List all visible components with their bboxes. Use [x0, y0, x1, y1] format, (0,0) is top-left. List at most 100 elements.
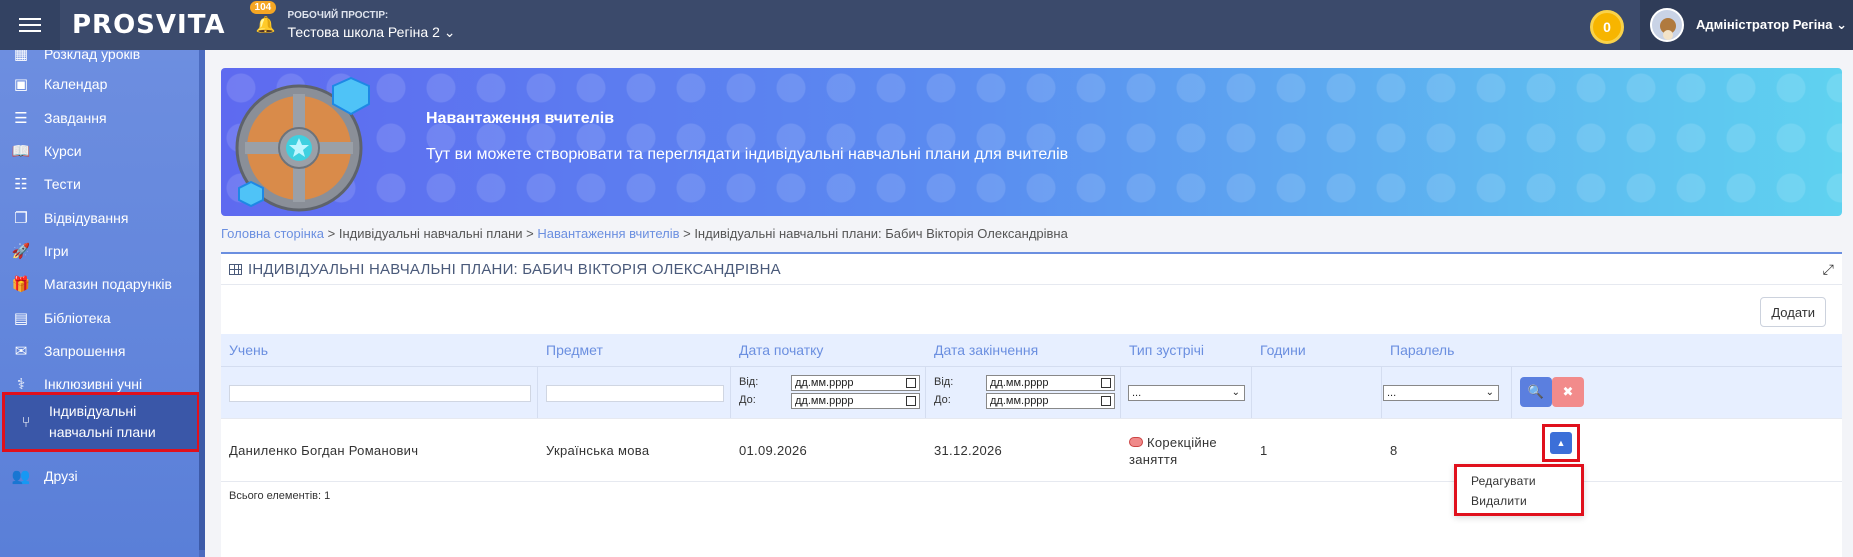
plans-table: Учень Предмет Дата початку Дата закінчен… — [221, 334, 1842, 516]
student-filter-input[interactable] — [229, 385, 531, 402]
calendar-icon[interactable] — [1101, 396, 1111, 406]
cell-subject: Українська мова — [546, 443, 650, 458]
column-header-end-date[interactable]: Дата закінчення — [926, 342, 1121, 358]
filter-cell-hours — [1252, 367, 1382, 419]
row-actions-menu: Редагувати Видалити — [1454, 464, 1584, 516]
friends-icon: 👥 — [11, 467, 31, 485]
row-actions-highlight: ▲ — [1542, 424, 1580, 462]
sidebar-item-label: Індивідуальні навчальні плани — [49, 403, 156, 440]
start-to-input[interactable]: дд.мм.рррр — [791, 393, 920, 409]
stethoscope-icon: ⚕ — [16, 375, 26, 393]
bell-icon: 🔔 — [255, 17, 276, 34]
coins-badge[interactable]: 0 — [1590, 10, 1624, 44]
chevron-up-icon: ▲ — [1556, 438, 1566, 448]
menu-item-delete[interactable]: Видалити — [1457, 491, 1581, 511]
notifications-badge: 104 — [249, 1, 277, 14]
column-header-meeting-type[interactable]: Тип зустрічі — [1121, 342, 1252, 358]
sidebar-item-label: Друзі — [44, 467, 78, 484]
logo[interactable]: PROSVITA — [72, 10, 226, 40]
column-header-start-date[interactable]: Дата початку — [731, 342, 926, 358]
branch-icon: ⑂ — [21, 413, 31, 431]
subject-filter-input[interactable] — [546, 385, 724, 402]
user-name: Адміністратор Регіна ⌄ — [1696, 17, 1847, 32]
menu-toggle-button[interactable] — [0, 0, 60, 50]
start-from-input[interactable]: дд.мм.рррр — [791, 375, 920, 391]
select-value: ... — [1387, 387, 1397, 399]
table-icon — [229, 263, 242, 275]
parallel-select[interactable]: ... ⌄ — [1383, 385, 1499, 401]
end-from-label: Від: — [934, 376, 954, 388]
add-button[interactable]: Додати — [1760, 297, 1826, 327]
sidebar-item-friends[interactable]: 👥 Друзі — [0, 456, 199, 495]
date-placeholder: дд.мм.рррр — [795, 377, 854, 389]
brain-icon — [1129, 437, 1143, 447]
column-header-hours[interactable]: Години — [1252, 342, 1382, 358]
main-content: Навантаження вчителів Тут ви можете ство… — [205, 50, 1853, 557]
sidebar-item-label: Магазин подарунків — [44, 275, 172, 292]
breadcrumb: Головна сторінка > Індивідуальні навчаль… — [221, 226, 1068, 241]
gift-icon: 🎁 — [11, 275, 31, 293]
search-button[interactable]: 🔍 — [1520, 377, 1552, 407]
sidebar-item-label: Ігри — [44, 242, 69, 259]
calendar-icon[interactable] — [1101, 378, 1111, 388]
breadcrumb-separator: > Індивідуальні навчальні плани > — [324, 226, 538, 241]
chevron-down-icon: ⌄ — [1485, 387, 1494, 398]
cell-parallel: 8 — [1390, 443, 1398, 458]
filter-cell-student — [221, 367, 538, 419]
column-header-parallel[interactable]: Паралель — [1382, 342, 1512, 358]
calendar-icon[interactable] — [906, 396, 916, 406]
filter-cell-meeting-type: ... ⌄ — [1121, 367, 1252, 419]
workspace-label: РОБОЧИЙ ПРОСТІР: — [287, 9, 389, 21]
hero-subtitle: Тут ви можете створювати та переглядати … — [426, 146, 1069, 163]
meeting-type-select[interactable]: ... ⌄ — [1128, 385, 1245, 401]
close-icon: ✖ — [1562, 384, 1574, 399]
library-icon: ▤ — [13, 309, 29, 327]
calendar-icon[interactable] — [906, 378, 916, 388]
sidebar-item-label: Завдання — [44, 109, 107, 126]
hero-title: Навантаження вчителів — [426, 110, 615, 127]
plans-panel: ІНДИВІДУАЛЬНІ НАВЧАЛЬНІ ПЛАНИ: БАБИЧ ВІК… — [221, 252, 1842, 557]
clear-filters-button[interactable]: ✖ — [1552, 377, 1584, 407]
cell-meeting-type: Корекційне заняття — [1129, 434, 1217, 468]
top-bar: PROSVITA 🔔 104 РОБОЧИЙ ПРОСТІР: Тестова … — [0, 0, 1853, 50]
sidebar-item-label: Інклюзивні учні — [44, 375, 143, 392]
tests-icon: ☷ — [14, 175, 28, 193]
filter-cell-subject — [538, 367, 731, 419]
filter-cell-start-date: Від: До: дд.мм.рррр дд.мм.рррр — [731, 367, 926, 419]
user-menu[interactable]: Адміністратор Регіна ⌄ — [1640, 0, 1853, 50]
end-to-input[interactable]: дд.мм.рррр — [986, 393, 1115, 409]
sidebar-item-label: Запрошення — [44, 342, 126, 359]
menu-item-edit[interactable]: Редагувати — [1457, 471, 1581, 491]
filter-cell-parallel: ... ⌄ — [1382, 367, 1512, 419]
book-icon: 📖 — [11, 142, 31, 160]
cell-student: Даниленко Богдан Романович — [229, 443, 419, 458]
panel-header: ІНДИВІДУАЛЬНІ НАВЧАЛЬНІ ПЛАНИ: БАБИЧ ВІК… — [221, 254, 1842, 285]
panel-title: ІНДИВІДУАЛЬНІ НАВЧАЛЬНІ ПЛАНИ: БАБИЧ ВІК… — [248, 260, 781, 278]
sidebar: ▦ Розклад уроків ▣ Календар ☰ Завдання 📖… — [0, 50, 205, 557]
table-row: Даниленко Богдан Романович Українська мо… — [221, 418, 1842, 516]
breadcrumb-home-link[interactable]: Головна сторінка — [221, 226, 324, 241]
date-placeholder: дд.мм.рррр — [990, 377, 1049, 389]
table-header: Учень Предмет Дата початку Дата закінчен… — [221, 334, 1842, 366]
search-icon: 🔍 — [1527, 384, 1545, 399]
notifications-button[interactable]: 🔔 104 — [249, 1, 277, 35]
workspace-switcher[interactable]: РОБОЧИЙ ПРОСТІР: Тестова школа Регіна 2 … — [288, 10, 456, 41]
end-from-input[interactable]: дд.мм.рррр — [986, 375, 1115, 391]
column-header-subject[interactable]: Предмет — [538, 342, 731, 358]
sidebar-item-individual-plans[interactable]: ⑂ Індивідуальні навчальні плани — [2, 392, 200, 452]
hamburger-icon — [19, 14, 41, 36]
sidebar-item-label: Тести — [44, 175, 81, 192]
filter-cell-end-date: Від: До: дд.мм.рррр дд.мм.рррр — [926, 367, 1121, 419]
column-header-student[interactable]: Учень — [221, 342, 538, 358]
cell-start-date: 01.09.2026 — [739, 443, 808, 458]
expand-icon[interactable]: ⤢ — [1823, 261, 1834, 278]
attendance-icon: ❐ — [14, 209, 28, 227]
row-actions-button[interactable]: ▲ — [1550, 432, 1572, 454]
calendar-icon: ▣ — [13, 75, 29, 93]
breadcrumb-teacher-load-link[interactable]: Навантаження вчителів — [537, 226, 679, 241]
rocket-icon: 🚀 — [11, 242, 31, 260]
select-value: ... — [1132, 387, 1142, 399]
meeting-type-line2: заняття — [1129, 452, 1178, 467]
sidebar-item-label: Розклад уроків — [44, 50, 141, 62]
avatar — [1650, 8, 1684, 42]
